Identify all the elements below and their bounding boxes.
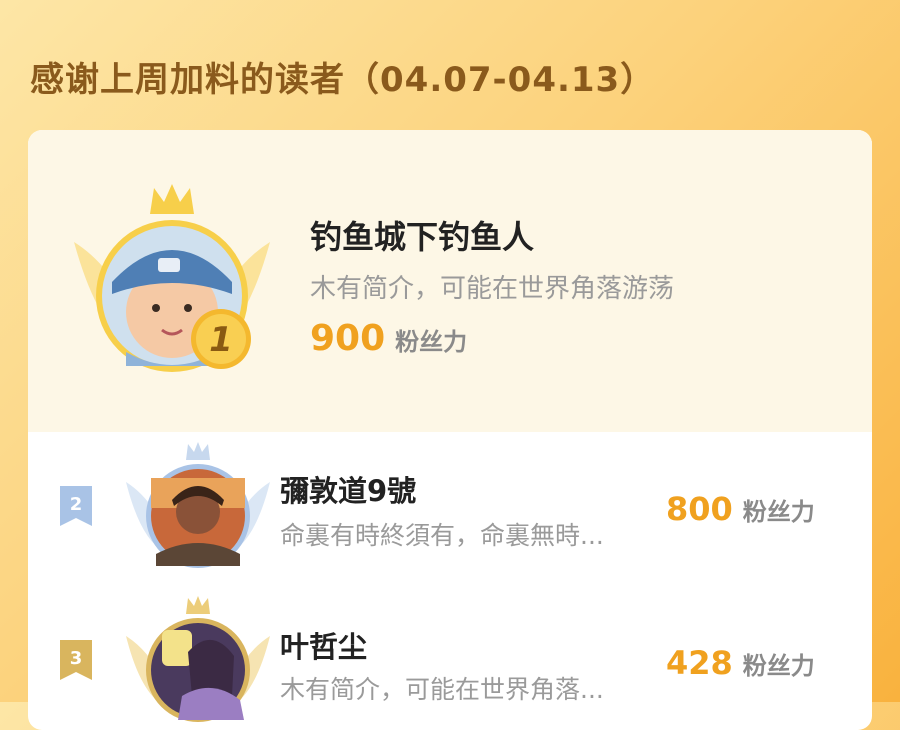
bronze-wings-frame-icon bbox=[126, 596, 270, 722]
reader-1-fans-label: 粉丝力 bbox=[395, 328, 468, 356]
reader-2-fans-label: 粉丝力 bbox=[742, 498, 815, 526]
silver-ribbon-icon: 2 bbox=[60, 486, 92, 526]
rank-1-number: 1 bbox=[209, 320, 233, 360]
rank-2-number: 2 bbox=[70, 494, 83, 515]
silver-wings-frame-icon bbox=[126, 442, 270, 568]
rank-3-badge: 3 bbox=[60, 640, 92, 684]
rank-1-badge: 1 bbox=[190, 308, 252, 374]
reader-1-fans: 900 粉丝力 bbox=[310, 318, 467, 359]
reader-2-bio: 命裏有時終須有，命裏無時... bbox=[280, 521, 604, 550]
bronze-ribbon-icon: 3 bbox=[60, 640, 92, 680]
reader-2-fans-count: 800 bbox=[666, 490, 733, 528]
reader-3-name[interactable]: 叶哲尘 bbox=[280, 624, 367, 666]
reader-3-bio: 木有简介，可能在世界角落... bbox=[280, 675, 604, 704]
page-title: 感谢上周加料的读者（04.07-04.13） bbox=[30, 60, 656, 100]
reader-3-fans: 428 粉丝力 bbox=[666, 644, 815, 682]
reader-3-avatar[interactable] bbox=[122, 596, 274, 724]
reader-2-name[interactable]: 彌敦道9號 bbox=[280, 468, 416, 510]
rank-3-number: 3 bbox=[70, 648, 83, 669]
reader-2-avatar[interactable] bbox=[122, 442, 274, 570]
gold-medal-icon: 1 bbox=[191, 309, 251, 369]
reader-1-fans-count: 900 bbox=[310, 318, 386, 359]
reader-2-fans: 800 粉丝力 bbox=[666, 490, 815, 528]
leaderboard-card: 1 钓鱼城下钓鱼人 木有简介，可能在世界角落游荡 900 粉丝力 2 彌敦道9號 … bbox=[28, 130, 872, 730]
rank-2-badge: 2 bbox=[60, 486, 92, 530]
reader-3-fans-label: 粉丝力 bbox=[742, 652, 815, 680]
reader-3-fans-count: 428 bbox=[666, 644, 733, 682]
reader-1-name[interactable]: 钓鱼城下钓鱼人 bbox=[310, 212, 534, 258]
reader-1-bio: 木有简介，可能在世界角落游荡 bbox=[310, 274, 675, 304]
